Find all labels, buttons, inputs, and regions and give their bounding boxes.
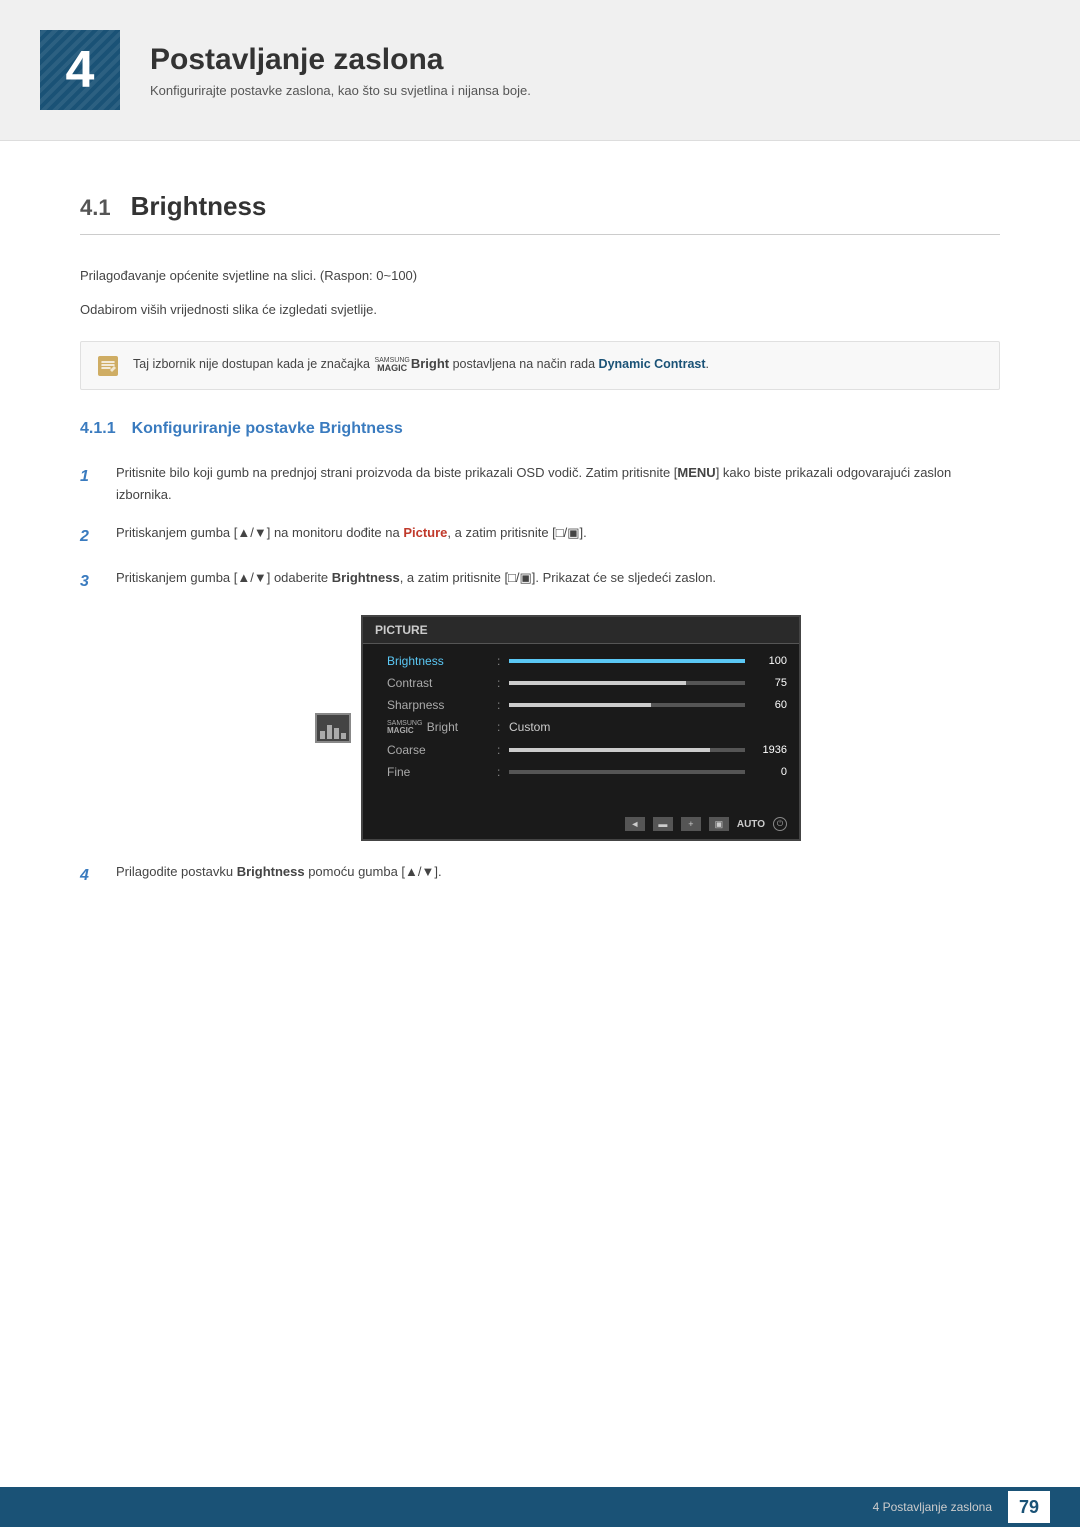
osd-screen: PICTURE Brightness : 100 <box>361 615 801 841</box>
chapter-title: Postavljanje zaslona <box>150 43 531 77</box>
osd-ctrl-left: ◄ <box>625 817 645 831</box>
step-1-num: 1 <box>80 463 96 490</box>
intro-line2: Odabirom viših vrijednosti slika će izgl… <box>80 299 1000 321</box>
osd-item-magic-bright: SAMSUNG MAGIC Bright : Custom <box>363 716 799 739</box>
chapter-header: 4 Postavljanje zaslona Konfigurirajte po… <box>0 0 1080 141</box>
subsection-title: Konfiguriranje postavke Brightness <box>132 420 403 438</box>
osd-ctrl-minus: ▬ <box>653 817 673 831</box>
osd-ctrl-power: ⏻ <box>773 817 787 831</box>
osd-item-coarse: Coarse : 1936 <box>363 739 799 761</box>
chapter-number: 4 <box>66 40 95 100</box>
note-middle: postavljena na način rada <box>449 357 598 371</box>
note-icon <box>97 355 119 377</box>
chapter-number-box: 4 <box>40 30 120 110</box>
step-4-num: 4 <box>80 862 96 889</box>
note-text: Taj izbornik nije dostupan kada je znača… <box>133 354 709 375</box>
osd-ctrl-auto: AUTO <box>737 819 765 830</box>
osd-title: PICTURE <box>363 617 799 644</box>
osd-ctrl-enter: ▣ <box>709 817 729 831</box>
note-magic: Bright <box>411 356 449 371</box>
subsection-heading: 4.1.1 Konfiguriranje postavke Brightness <box>80 420 1000 438</box>
osd-container: PICTURE Brightness : 100 <box>116 615 1000 841</box>
section-heading: 4.1 Brightness <box>80 191 1000 235</box>
step-4-text: Prilagodite postavku Brightness pomoću g… <box>116 861 1000 883</box>
footer-page-number: 79 <box>1008 1491 1050 1523</box>
chapter-info: Postavljanje zaslona Konfigurirajte post… <box>150 43 531 98</box>
note-dynamic-contrast: Dynamic Contrast <box>599 357 706 371</box>
osd-item-contrast: Contrast : 75 <box>363 672 799 694</box>
step-3-num: 3 <box>80 568 96 595</box>
subsection-number: 4.1.1 <box>80 420 116 438</box>
section-title: Brightness <box>131 191 267 222</box>
osd-controls: ◄ ▬ + ▣ AUTO ⏻ <box>625 817 787 831</box>
intro-line1: Prilagođavanje općenite svjetline na sli… <box>80 265 1000 287</box>
note-box: Taj izbornik nije dostupan kada je znača… <box>80 341 1000 390</box>
main-content: 4.1 Brightness Prilagođavanje općenite s… <box>0 141 1080 965</box>
section-number: 4.1 <box>80 195 111 221</box>
osd-item-brightness: Brightness : 100 <box>363 650 799 672</box>
note-prefix: Taj izbornik nije dostupan kada je znača… <box>133 357 373 371</box>
step-1-text: Pritisnite bilo koji gumb na prednjoj st… <box>116 462 1000 506</box>
step-1: 1 Pritisnite bilo koji gumb na prednjoj … <box>80 462 1000 506</box>
osd-menu: Brightness : 100 Contrast : <box>363 644 799 789</box>
steps-list: 1 Pritisnite bilo koji gumb na prednjoj … <box>80 462 1000 595</box>
step-2-num: 2 <box>80 523 96 550</box>
note-suffix: . <box>706 357 709 371</box>
osd-item-sharpness: Sharpness : 60 <box>363 694 799 716</box>
footer-chapter-text: 4 Postavljanje zaslona <box>873 1500 992 1514</box>
monitor-side-icon <box>315 713 351 743</box>
osd-ctrl-plus: + <box>681 817 701 831</box>
step-3-text: Pritiskanjem gumba [▲/▼] odaberite Brigh… <box>116 567 1000 589</box>
osd-item-fine: Fine : 0 <box>363 761 799 783</box>
chapter-subtitle: Konfigurirajte postavke zaslona, kao što… <box>150 83 531 98</box>
osd-wrapper: PICTURE Brightness : 100 <box>315 615 801 841</box>
step-3: 3 Pritiskanjem gumba [▲/▼] odaberite Bri… <box>80 567 1000 595</box>
step-2-text: Pritiskanjem gumba [▲/▼] na monitoru dođ… <box>116 522 1000 544</box>
step-2: 2 Pritiskanjem gumba [▲/▼] na monitoru d… <box>80 522 1000 550</box>
step4-list: 4 Prilagodite postavku Brightness pomoću… <box>80 861 1000 889</box>
step-4: 4 Prilagodite postavku Brightness pomoću… <box>80 861 1000 889</box>
page-footer: 4 Postavljanje zaslona 79 <box>0 1487 1080 1527</box>
